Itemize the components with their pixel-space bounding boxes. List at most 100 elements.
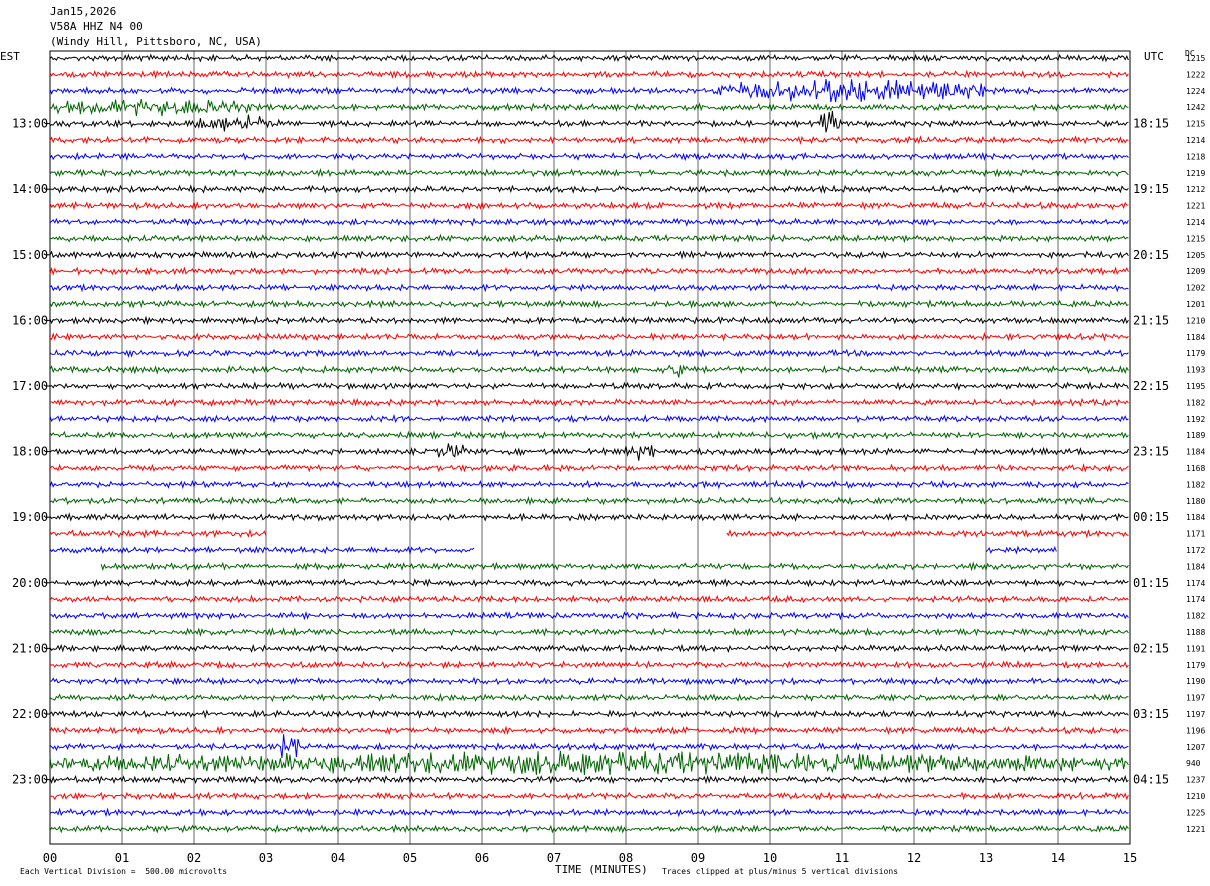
dc-offset-label: 1180 xyxy=(1186,497,1205,506)
scale-note: Each Vertical Division = 500.00 microvol… xyxy=(20,867,228,876)
x-tick-label: 14 xyxy=(1051,851,1065,865)
dc-offset-label: 1184 xyxy=(1186,513,1205,522)
trace-line xyxy=(49,110,1129,133)
trace-line xyxy=(49,774,1129,785)
dc-offset-label: 940 xyxy=(1186,759,1201,768)
dc-offset-label: 1193 xyxy=(1186,366,1205,375)
right-hour-label: 18:15 xyxy=(1133,117,1169,131)
right-hour-label: 21:15 xyxy=(1133,313,1169,327)
dc-offset-label: 1207 xyxy=(1186,743,1205,752)
left-hour-label: 21:00 xyxy=(12,641,48,655)
dc-offset-label: 1190 xyxy=(1186,677,1205,686)
x-tick-label: 02 xyxy=(187,851,201,865)
trace-line xyxy=(49,610,1129,621)
trace-line xyxy=(49,331,1129,342)
x-tick-label: 01 xyxy=(115,851,129,865)
x-tick-label: 04 xyxy=(331,851,345,865)
trace-line xyxy=(49,151,1129,162)
trace-line xyxy=(49,512,1129,522)
x-tick-label: 06 xyxy=(475,851,489,865)
left-hour-label: 23:00 xyxy=(12,773,48,787)
dc-offset-label: 1189 xyxy=(1186,431,1205,440)
dc-offset-label: 1224 xyxy=(1186,87,1205,96)
x-tick-label: 05 xyxy=(403,851,417,865)
trace-line xyxy=(49,528,1129,539)
right-hour-label: 01:15 xyxy=(1133,576,1169,590)
dc-offset-label: 1168 xyxy=(1186,464,1205,473)
seismogram-chart: 00 01 02 03 04 05 06 07 08 09 10 11 12 13 14 1512151222… xyxy=(12,50,1205,865)
left-hour-label: 19:00 xyxy=(12,510,48,524)
trace-line xyxy=(49,135,1129,145)
trace-line xyxy=(49,594,1129,604)
left-hour-label: 18:00 xyxy=(12,445,48,459)
dc-offset-label: 1214 xyxy=(1186,136,1205,145)
trace-line xyxy=(49,545,1057,556)
dc-offset-label: 1182 xyxy=(1186,480,1205,489)
trace-line xyxy=(49,282,1129,293)
dc-offset-label: 1221 xyxy=(1186,825,1205,834)
left-timezone-label: EST xyxy=(0,50,20,63)
dc-offset-label: 1215 xyxy=(1186,234,1205,243)
dc-offset-label: 1212 xyxy=(1186,185,1205,194)
dc-offset-label: 1179 xyxy=(1186,661,1205,670)
dc-offset-label: 1210 xyxy=(1186,792,1205,801)
dc-offset-label: 1219 xyxy=(1186,169,1205,178)
trace-line xyxy=(49,266,1129,276)
x-tick-label: 09 xyxy=(691,851,705,865)
left-hour-label: 17:00 xyxy=(12,379,48,393)
dc-offset-label: 1225 xyxy=(1186,808,1205,817)
left-hour-label: 22:00 xyxy=(12,707,48,721)
left-hour-label: 16:00 xyxy=(12,313,48,327)
right-hour-label: 22:15 xyxy=(1133,379,1169,393)
trace-line xyxy=(49,676,1129,686)
location-label: (Windy Hill, Pittsboro, NC, USA) xyxy=(50,35,262,48)
dc-offset-label: 1202 xyxy=(1186,284,1205,293)
x-tick-label: 00 xyxy=(43,851,57,865)
trace-line xyxy=(49,98,1129,117)
trace-line xyxy=(49,53,1129,63)
dc-offset-label: 1201 xyxy=(1186,300,1205,309)
trace-line xyxy=(49,643,1129,653)
dc-offset-label: 1195 xyxy=(1186,382,1205,391)
trace-line xyxy=(49,381,1129,391)
dc-offset-label: 1222 xyxy=(1186,70,1205,79)
trace-line xyxy=(49,217,1129,227)
dc-offset-label: 1197 xyxy=(1186,710,1205,719)
trace-line xyxy=(49,413,1129,424)
trace-line xyxy=(49,167,1129,178)
dc-offset-label: 1172 xyxy=(1186,546,1205,555)
plot-frame xyxy=(49,50,1131,845)
right-hour-label: 02:15 xyxy=(1133,641,1169,655)
trace-line xyxy=(49,750,1129,776)
dc-offset-label: 1214 xyxy=(1186,218,1205,227)
right-hour-label: 04:15 xyxy=(1133,773,1169,787)
trace-line xyxy=(49,578,1129,588)
trace-line xyxy=(49,78,1129,103)
dc-offset-label: 1191 xyxy=(1186,644,1205,653)
right-hour-label: 23:15 xyxy=(1133,445,1169,459)
dc-offset-label: 1179 xyxy=(1186,349,1205,358)
trace-line xyxy=(49,496,1129,506)
dc-offset-label: 1242 xyxy=(1186,103,1205,112)
x-tick-label: 03 xyxy=(259,851,273,865)
trace-line xyxy=(49,299,1129,309)
dc-offset-label: 1215 xyxy=(1186,120,1205,129)
station-label: V58A HHZ N4 00 xyxy=(50,20,143,33)
dc-offset-label: 1188 xyxy=(1186,628,1205,637)
trace-line xyxy=(49,397,1129,408)
trace-line xyxy=(49,348,1129,358)
dc-offset-label: 1184 xyxy=(1186,333,1205,342)
trace-line xyxy=(49,462,1129,473)
x-tick-label: 10 xyxy=(763,851,777,865)
dc-offset-label: 1209 xyxy=(1186,267,1205,276)
right-hour-label: 00:15 xyxy=(1133,510,1169,524)
dc-offset-label: 1174 xyxy=(1186,579,1205,588)
trace-line xyxy=(100,561,1129,572)
dc-offset-label: 1221 xyxy=(1186,202,1205,211)
trace-line xyxy=(49,479,1129,490)
x-tick-label: 13 xyxy=(979,851,993,865)
trace-line xyxy=(49,364,1129,378)
dc-offset-label: 1210 xyxy=(1186,316,1205,325)
trace-line xyxy=(49,627,1129,637)
left-hour-label: 20:00 xyxy=(12,576,48,590)
